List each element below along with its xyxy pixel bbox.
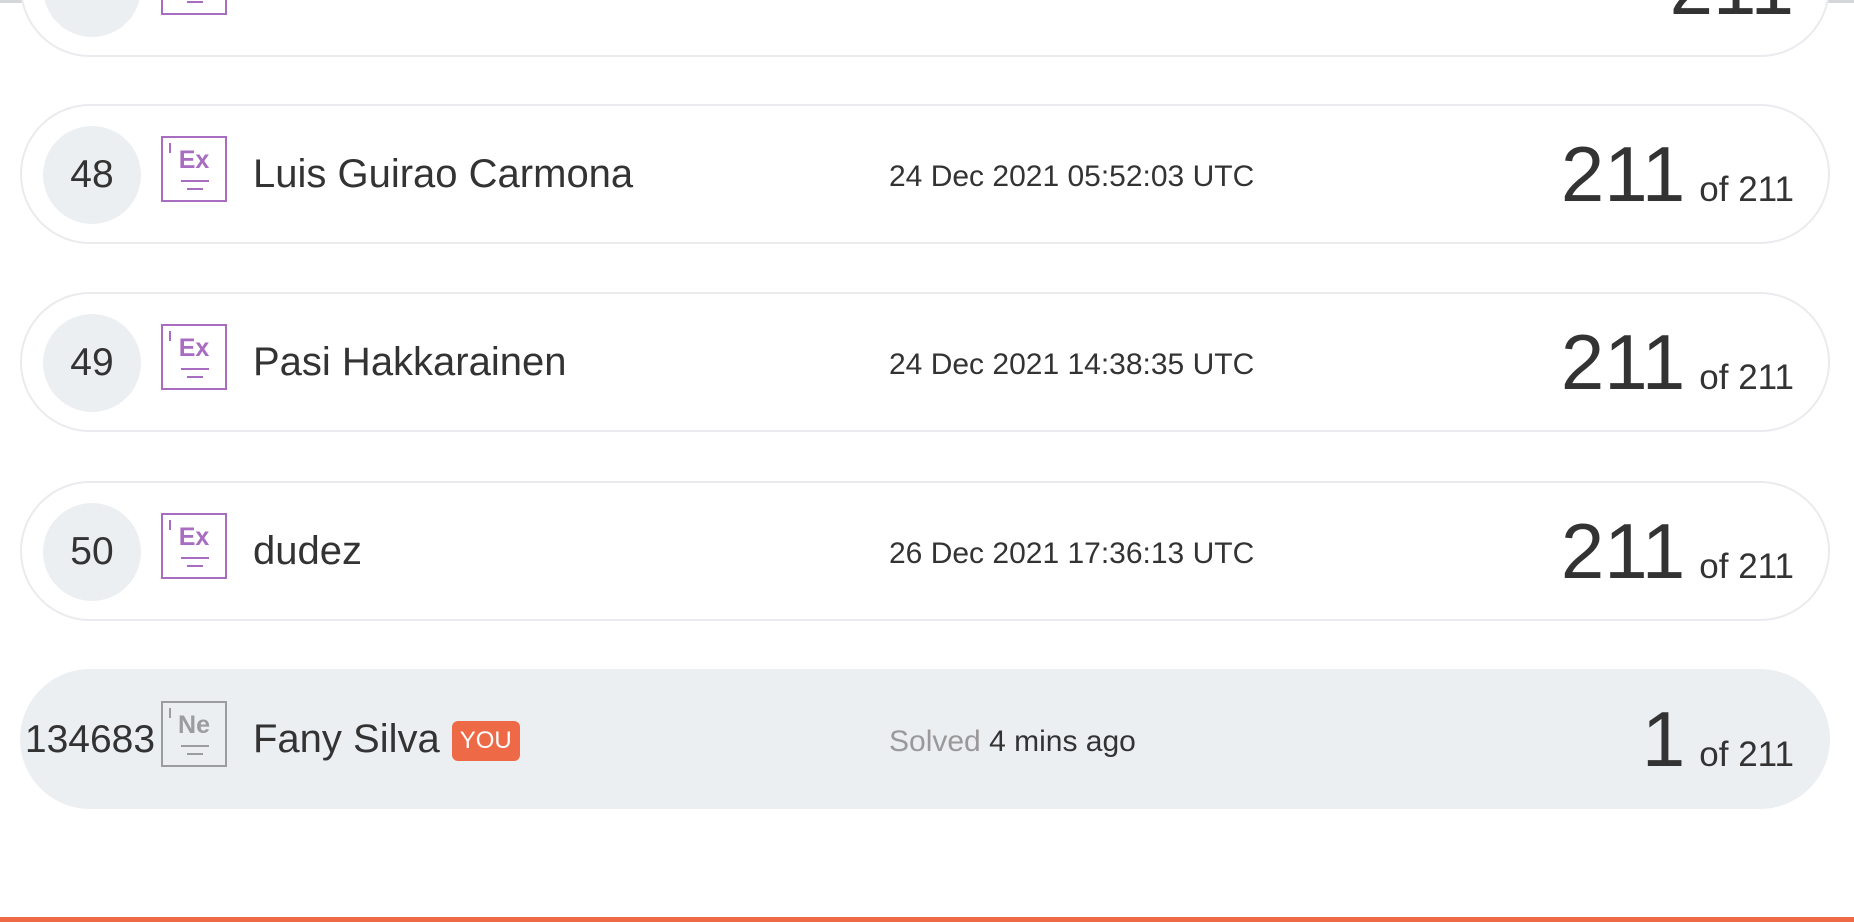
score: 211 of 211 [1561, 509, 1794, 593]
expert-level-icon: Ex [161, 324, 227, 390]
player-name[interactable]: Pasi Hakkarainen [253, 338, 567, 386]
leaderboard-page: 211 48 Ex Luis Guirao Carmona 24 Dec 202… [0, 0, 1854, 922]
score-value: 211 [1560, 130, 1686, 218]
leaderboard-row[interactable]: 50 Ex dudez 26 Dec 2021 17:36:13 UTC 211… [20, 481, 1830, 621]
leaderboard-row[interactable]: 48 Ex Luis Guirao Carmona 24 Dec 2021 05… [20, 104, 1830, 244]
solved-status: Solved 4 mins ago [889, 725, 1136, 759]
leaderboard-row[interactable]: 49 Ex Pasi Hakkarainen 24 Dec 2021 14:38… [20, 292, 1830, 432]
player-name[interactable]: Luis Guirao Carmona [253, 150, 633, 198]
level-abbr: Ex [178, 334, 210, 362]
score-value: 211 [1560, 507, 1686, 595]
level-abbr: Ex [178, 146, 210, 174]
solved-time: 4 mins ago [989, 725, 1136, 758]
solved-label: Solved [889, 725, 981, 758]
score-total: of 211 [1699, 735, 1794, 774]
player-name-text: Fany Silva [253, 717, 440, 761]
score-total: of 211 [1699, 170, 1794, 209]
score-value: 211 [1670, 0, 1794, 31]
rank-badge: 50 [43, 503, 141, 601]
score: 211 of 211 [1561, 132, 1794, 216]
expert-level-icon: Ex [161, 136, 227, 202]
score-total: of 211 [1699, 547, 1794, 586]
score-value: 1 [1641, 695, 1686, 783]
expert-level-icon [161, 0, 227, 15]
score: 211 [1670, 0, 1794, 29]
level-abbr: Ne [178, 711, 210, 739]
leaderboard-row-current-user[interactable]: 134683 Ne Fany Silva YOU Solved 4 mins ag… [20, 669, 1830, 809]
solved-date: 24 Dec 2021 14:38:35 UTC [889, 348, 1255, 381]
bottom-accent-bar [0, 917, 1854, 922]
you-badge: YOU [451, 721, 520, 761]
novice-level-icon: Ne [161, 701, 227, 767]
score: 1 of 211 [1642, 697, 1794, 781]
solved-date: 26 Dec 2021 17:36:13 UTC [889, 537, 1255, 570]
level-abbr: Ex [178, 523, 210, 551]
expert-level-icon: Ex [161, 513, 227, 579]
rank-badge [43, 0, 141, 37]
score-total: of 211 [1699, 358, 1794, 397]
player-name[interactable]: Fany Silva YOU [253, 715, 520, 763]
score: 211 of 211 [1561, 320, 1794, 404]
rank-number: 134683 [24, 718, 156, 761]
leaderboard-row-partial[interactable]: 211 [20, 0, 1830, 57]
rank-badge: 48 [43, 126, 141, 224]
rank-badge: 49 [43, 314, 141, 412]
player-name[interactable]: dudez [253, 527, 362, 575]
score-value: 211 [1560, 318, 1686, 406]
solved-date: 24 Dec 2021 05:52:03 UTC [889, 160, 1255, 193]
